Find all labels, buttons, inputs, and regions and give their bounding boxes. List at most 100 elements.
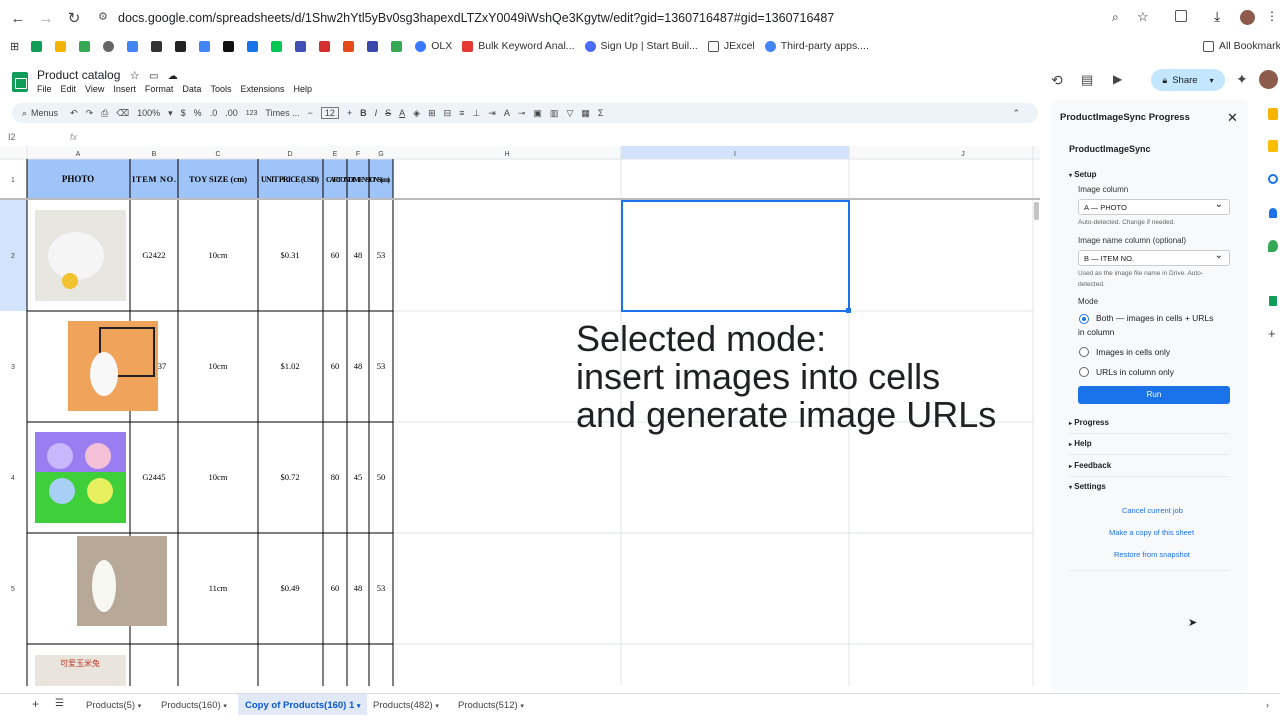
cell-item-4[interactable]: G2445	[142, 472, 165, 482]
menu-extensions[interactable]: Extensions	[240, 84, 284, 94]
cancel-job-link[interactable]: Cancel current job	[1122, 506, 1183, 515]
zoom-select[interactable]: 100%	[137, 108, 160, 118]
cell-size-4[interactable]: 10cm	[209, 472, 228, 482]
cell-size-5[interactable]: 11cm	[209, 583, 228, 593]
chevron-down-icon[interactable]: ▾	[1210, 76, 1214, 85]
bookmark-icon-5[interactable]	[127, 40, 139, 52]
bookmark-icon-3[interactable]	[79, 40, 91, 52]
menu-view[interactable]: View	[85, 84, 104, 94]
sheets-logo[interactable]	[12, 72, 28, 92]
cell-price-2[interactable]: $0.31	[280, 250, 299, 260]
mode-both-label-2[interactable]: in column	[1078, 327, 1114, 337]
section-settings[interactable]: ▾ Settings	[1069, 482, 1106, 491]
close-icon[interactable]: ✕	[1227, 110, 1238, 126]
menu-format[interactable]: Format	[145, 84, 174, 94]
chevron-down-icon[interactable]: ▾	[357, 703, 361, 710]
site-settings-icon[interactable]: ⚙	[98, 10, 108, 23]
row-header-3[interactable]: 3	[11, 364, 15, 371]
vertical-scrollbar[interactable]	[1034, 202, 1039, 220]
document-title[interactable]: Product catalog ☆ ▭ ☁	[37, 68, 178, 82]
search-icon[interactable]: ⌕	[22, 108, 27, 119]
cell-size-3[interactable]: 10cm	[209, 361, 228, 371]
download-icon[interactable]: ⤓	[1214, 8, 1220, 25]
profile-avatar[interactable]	[1240, 10, 1255, 25]
filter-views-icon[interactable]: ▦	[581, 108, 590, 119]
bookmark-icon-8[interactable]	[199, 40, 211, 52]
calendar-icon[interactable]	[1268, 140, 1278, 152]
chevron-down-icon[interactable]: ▾	[138, 703, 142, 710]
bookmark-sign-up[interactable]: Sign Up | Start Buil...	[584, 40, 698, 52]
cell-e-5[interactable]: 60	[331, 583, 340, 593]
mode-urls-radio[interactable]	[1079, 367, 1089, 377]
run-button[interactable]: Run	[1078, 386, 1230, 404]
fill-handle[interactable]	[846, 308, 851, 313]
bold-icon[interactable]: B	[360, 108, 367, 118]
menu-help[interactable]: Help	[293, 84, 312, 94]
cell-g-3[interactable]: 53	[377, 361, 386, 371]
mode-images-label[interactable]: Images in cells only	[1096, 347, 1170, 357]
plus-icon[interactable]: +	[347, 108, 352, 118]
col-header-J[interactable]: J	[961, 151, 965, 158]
bookmark-heart-icon[interactable]	[319, 40, 331, 52]
bookmark-icon-15[interactable]	[367, 40, 379, 52]
add-addon-icon[interactable]: +	[1268, 326, 1276, 341]
sheet-tab-5[interactable]: Products(512) ▾	[458, 700, 524, 711]
meet-icon[interactable]: ▶	[1113, 72, 1122, 86]
chevron-down-icon[interactable]: ▾	[223, 703, 227, 710]
cell-price-3[interactable]: $1.02	[280, 361, 299, 371]
account-avatar[interactable]	[1259, 70, 1278, 89]
percent-button[interactable]: %	[194, 108, 202, 118]
row-header-1[interactable]: 1	[11, 177, 15, 184]
col-header-C[interactable]: C	[215, 151, 220, 158]
font-size-input[interactable]: 12	[320, 107, 339, 119]
mode-images-radio[interactable]	[1079, 347, 1089, 357]
sheet-tab-1[interactable]: Products(5) ▾	[86, 700, 141, 711]
bookmark-jexcel[interactable]: JExcel	[707, 40, 755, 52]
redo-icon[interactable]: ↷	[86, 108, 94, 119]
mode-both-radio[interactable]	[1079, 314, 1089, 324]
bookmark-sheets-icon[interactable]	[31, 40, 43, 52]
cell-f-2[interactable]: 48	[354, 250, 363, 260]
col-header-G[interactable]: G	[378, 151, 383, 158]
valign-icon[interactable]: ⊥	[472, 108, 480, 119]
chevron-down-icon[interactable]: ▾	[168, 108, 173, 119]
bookmark-third-party[interactable]: Third-party apps....	[764, 40, 869, 52]
sheet-tab-active[interactable]: Copy of Products(160) 1 ▾	[238, 694, 368, 715]
bookmark-icon-6[interactable]	[151, 40, 163, 52]
font-select[interactable]: Times ...	[265, 108, 299, 118]
expand-panel-icon[interactable]: ›	[1266, 700, 1269, 710]
col-header-E[interactable]: E	[333, 151, 338, 158]
menu-data[interactable]: Data	[182, 84, 201, 94]
restore-snapshot-link[interactable]: Restore from snapshot	[1114, 550, 1190, 559]
col-header-I[interactable]: I	[734, 151, 736, 158]
col-header-D[interactable]: D	[287, 151, 292, 158]
add-sheet-icon[interactable]: +	[32, 697, 39, 711]
extensions-icon[interactable]	[1175, 10, 1187, 22]
mode-urls-label[interactable]: URLs in column only	[1096, 367, 1174, 377]
cell-e-2[interactable]: 60	[331, 250, 340, 260]
bookmark-icon-10[interactable]	[247, 40, 259, 52]
currency-button[interactable]: $	[181, 108, 186, 118]
filter-icon[interactable]: ▽	[566, 108, 573, 119]
cell-g-4[interactable]: 50	[377, 472, 386, 482]
bookmark-icon-11[interactable]	[271, 40, 283, 52]
chevron-down-icon[interactable]: ▾	[435, 703, 439, 710]
star-icon[interactable]: ☆	[1137, 9, 1149, 25]
decrease-decimal-button[interactable]: .0	[210, 108, 218, 118]
zoom-icon[interactable]: ⌕	[1112, 10, 1119, 25]
all-sheets-icon[interactable]: ☰	[55, 698, 64, 709]
print-icon[interactable]: ⎙	[101, 108, 108, 119]
merge-icon[interactable]: ⊟	[444, 108, 452, 119]
move-folder-icon[interactable]: ▭	[149, 71, 158, 82]
bookmark-drive-icon[interactable]	[55, 40, 67, 52]
maps-icon[interactable]	[1268, 240, 1278, 252]
cell-e-3[interactable]: 60	[331, 361, 340, 371]
col-header-A[interactable]: A	[76, 151, 81, 158]
star-icon[interactable]: ☆	[130, 70, 140, 82]
make-copy-link[interactable]: Make a copy of this sheet	[1109, 528, 1194, 537]
comments-icon[interactable]: ▤	[1081, 72, 1093, 88]
rotate-icon[interactable]: A	[504, 108, 510, 118]
italic-icon[interactable]: I	[375, 108, 378, 118]
bookmark-bulk-keyword[interactable]: Bulk Keyword Anal...	[462, 40, 575, 52]
wrap-icon[interactable]: ⇥	[488, 108, 496, 119]
